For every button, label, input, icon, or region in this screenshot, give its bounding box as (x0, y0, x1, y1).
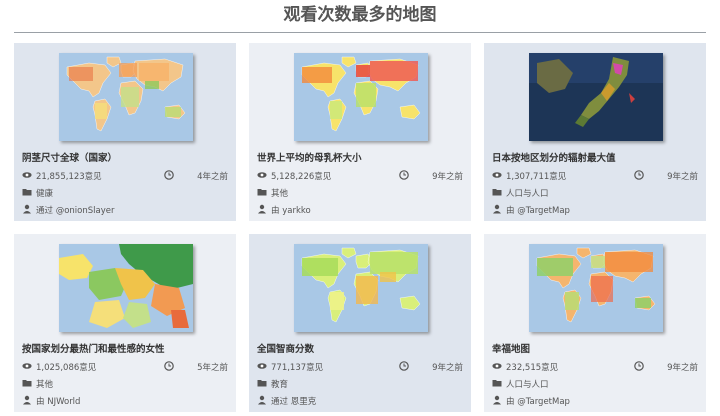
user-icon (22, 204, 32, 214)
author: 由 yarkko (257, 204, 457, 218)
map-title[interactable]: 日本按地区划分的辐射最大值 (492, 151, 702, 167)
author-link[interactable]: @onionSlayer (56, 206, 115, 216)
user-icon (257, 395, 267, 405)
map-title[interactable]: 按国家划分最热门和最性感的女性 (22, 342, 232, 358)
map-card[interactable]: 阴茎尺寸全球（国家） 21,855,123意见 4年之前 健康 通过 @onio… (14, 43, 236, 221)
map-thumbnail[interactable] (294, 244, 428, 332)
title-divider (14, 32, 706, 33)
posted-time: 4年之前 (164, 170, 228, 184)
category-link[interactable]: 健康 (36, 189, 53, 199)
view-count: 771,137意见 (257, 361, 367, 375)
clock-icon (164, 170, 174, 180)
eye-icon (492, 361, 502, 371)
view-count: 232,515意见 (492, 361, 602, 375)
category: 人口与人口 (492, 187, 642, 201)
folder-icon (257, 187, 267, 197)
eye-icon (22, 361, 32, 371)
author: 通过 恩里克 (257, 395, 457, 409)
folder-icon (22, 378, 32, 388)
map-thumbnail[interactable] (529, 244, 663, 332)
clock-icon (399, 361, 409, 371)
folder-icon (492, 378, 502, 388)
map-card[interactable]: 幸福地图 232,515意见 9年之前 人口与人口 由 @TargetMap (484, 234, 706, 412)
user-icon (492, 395, 502, 405)
map-card[interactable]: 日本按地区划分的辐射最大值 1,307,711意见 9年之前 人口与人口 由 @… (484, 43, 706, 221)
author-link[interactable]: 恩里克 (291, 397, 317, 407)
category: 健康 (22, 187, 172, 201)
view-count: 5,128,226意见 (257, 170, 367, 184)
map-title[interactable]: 阴茎尺寸全球（国家） (22, 151, 232, 167)
map-title[interactable]: 幸福地图 (492, 342, 702, 358)
map-title[interactable]: 世界上平均的母乳杯大小 (257, 151, 467, 167)
clock-icon (634, 361, 644, 371)
view-count: 21,855,123意见 (22, 170, 132, 184)
view-count: 1,307,711意见 (492, 170, 602, 184)
eye-icon (492, 170, 502, 180)
author: 由 @TargetMap (492, 395, 692, 409)
map-thumbnail[interactable] (529, 53, 663, 141)
category: 人口与人口 (492, 378, 642, 392)
map-card[interactable]: 世界上平均的母乳杯大小 5,128,226意见 9年之前 其他 由 yarkko (249, 43, 471, 221)
clock-icon (164, 361, 174, 371)
category-link[interactable]: 其他 (36, 380, 53, 390)
author: 通过 @onionSlayer (22, 204, 222, 218)
posted-time: 9年之前 (399, 170, 463, 184)
author-link[interactable]: @TargetMap (517, 206, 570, 216)
map-title[interactable]: 全国智商分数 (257, 342, 467, 358)
user-icon (492, 204, 502, 214)
author-link[interactable]: @TargetMap (517, 397, 570, 407)
map-card[interactable]: 全国智商分数 771,137意见 9年之前 教育 通过 恩里克 (249, 234, 471, 412)
map-thumbnail[interactable] (59, 53, 193, 141)
map-card[interactable]: 按国家划分最热门和最性感的女性 1,025,086意见 5年之前 其他 由 NJ… (14, 234, 236, 412)
folder-icon (22, 187, 32, 197)
posted-time: 9年之前 (399, 361, 463, 375)
category-link[interactable]: 人口与人口 (506, 380, 549, 390)
author: 由 @TargetMap (492, 204, 692, 218)
user-icon (22, 395, 32, 405)
eye-icon (257, 361, 267, 371)
author-link[interactable]: yarkko (282, 206, 310, 216)
posted-time: 9年之前 (634, 361, 698, 375)
folder-icon (257, 378, 267, 388)
clock-icon (399, 170, 409, 180)
eye-icon (22, 170, 32, 180)
posted-time: 9年之前 (634, 170, 698, 184)
user-icon (257, 204, 267, 214)
category: 其他 (22, 378, 172, 392)
page-title: 观看次数最多的地图 (283, 5, 437, 25)
category-link[interactable]: 教育 (271, 380, 288, 390)
map-thumbnail[interactable] (294, 53, 428, 141)
author-link[interactable]: NJWorld (47, 397, 80, 407)
category: 教育 (257, 378, 407, 392)
map-thumbnail[interactable] (59, 244, 193, 332)
view-count: 1,025,086意见 (22, 361, 132, 375)
eye-icon (257, 170, 267, 180)
author: 由 NJWorld (22, 395, 222, 409)
clock-icon (634, 170, 644, 180)
category-link[interactable]: 人口与人口 (506, 189, 549, 199)
category-link[interactable]: 其他 (271, 189, 288, 199)
category: 其他 (257, 187, 407, 201)
folder-icon (492, 187, 502, 197)
posted-time: 5年之前 (164, 361, 228, 375)
